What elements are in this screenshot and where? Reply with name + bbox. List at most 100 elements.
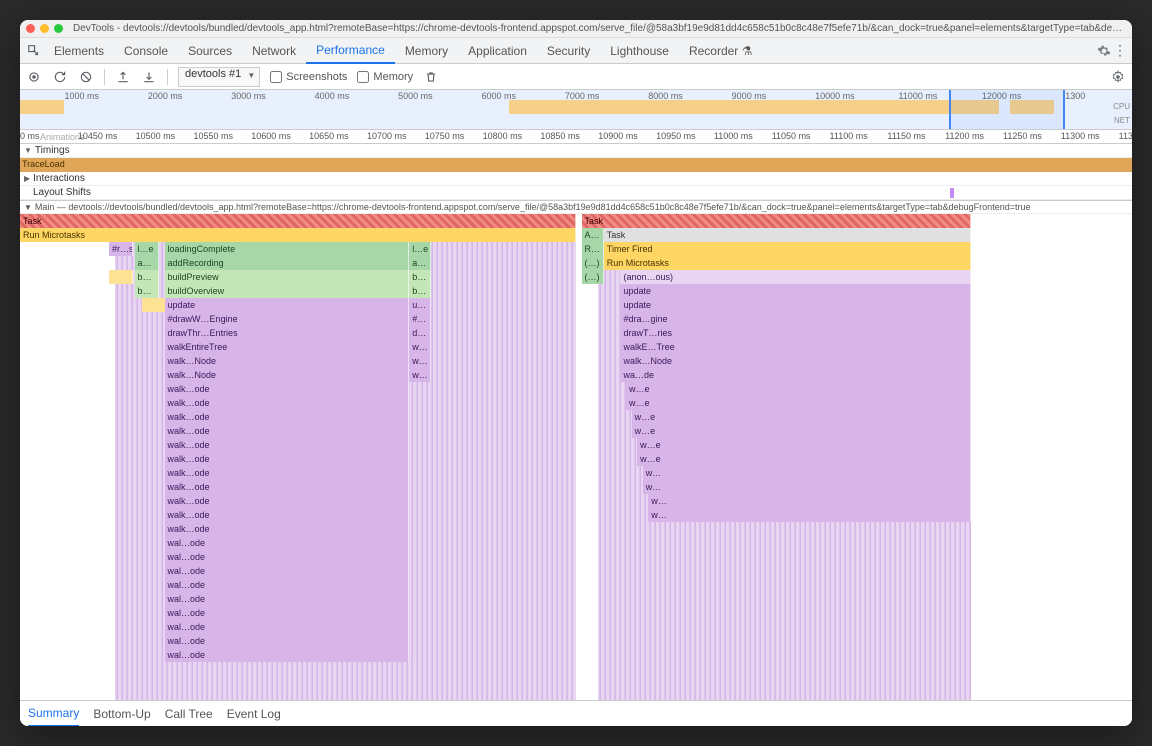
minimize-icon[interactable] [40,24,49,33]
gear-icon[interactable] [1110,69,1126,85]
layoutshifts-row[interactable]: Layout Shifts [20,186,1132,200]
flame-entry[interactable]: w…e [637,452,971,466]
flame-entry[interactable]: update [620,284,970,298]
flame-entry[interactable]: (…) [582,270,604,284]
tab-lighthouse[interactable]: Lighthouse [600,38,679,64]
memory-checkbox[interactable]: Memory [357,71,413,83]
flame-entry[interactable]: walk…ode [165,466,410,480]
tab-elements[interactable]: Elements [44,38,114,64]
flame-entry[interactable] [142,298,166,312]
flame-entry[interactable]: walk…Node [165,354,410,368]
flame-entry[interactable]: w…e [637,438,971,452]
flame-entry[interactable]: update [620,298,970,312]
flame-entry[interactable]: w… [409,368,431,382]
trash-icon[interactable] [423,69,439,85]
flame-entry[interactable]: Run Microtasks [604,256,971,270]
close-icon[interactable] [26,24,35,33]
flame-entry[interactable]: buildOverview [165,284,410,298]
flame-entry[interactable]: addRecording [165,256,410,270]
flame-entry[interactable]: walk…ode [165,424,410,438]
flame-entry[interactable]: walk…ode [165,396,410,410]
upload-icon[interactable] [115,69,131,85]
gear-icon[interactable] [1096,43,1112,59]
tab-recorder ⚗[interactable]: Recorder ⚗ [679,38,762,64]
record-icon[interactable] [26,69,42,85]
flame-entry[interactable]: b… [135,270,159,284]
flame-entry[interactable]: w… [643,466,971,480]
tab-memory[interactable]: Memory [395,38,458,64]
flame-entry[interactable]: walkE…Tree [620,340,970,354]
flame-entry[interactable]: Task [582,214,971,228]
flame-entry[interactable]: w…e [632,424,971,438]
flame-entry[interactable]: d… [409,326,431,340]
flame-entry[interactable]: walk…ode [165,480,410,494]
tab-sources[interactable]: Sources [178,38,242,64]
flame-entry[interactable]: Timer Fired [604,242,971,256]
tab-console[interactable]: Console [114,38,178,64]
flame-entry[interactable]: R… [582,242,604,256]
reload-icon[interactable] [52,69,68,85]
download-icon[interactable] [141,69,157,85]
flame-entry[interactable]: drawT…ries [620,326,970,340]
tab-performance[interactable]: Performance [306,38,395,64]
bottom-tab-bottom-up[interactable]: Bottom-Up [93,702,150,726]
flame-chart[interactable]: TaskRun Microtasks#r…sl…eloadingComplete… [20,214,1132,700]
flame-entry[interactable]: b… [409,270,431,284]
flame-entry[interactable]: wal…ode [165,578,410,592]
flame-entry[interactable]: Run Microtasks [20,228,576,242]
flame-entry[interactable]: #dra…gine [620,312,970,326]
bottom-tab-event-log[interactable]: Event Log [227,702,281,726]
flame-entry[interactable]: wal…ode [165,634,410,648]
flame-entry[interactable]: w…e [632,410,971,424]
timings-row[interactable]: ▼Timings [20,144,1132,158]
flame-entry[interactable]: l…e [409,242,431,256]
flame-entry[interactable]: u… [409,298,431,312]
bottom-tab-summary[interactable]: Summary [28,701,79,727]
flame-entry[interactable]: walkEntireTree [165,340,410,354]
flame-entry[interactable]: a… [135,256,159,270]
flame-entry[interactable]: w…e [626,382,971,396]
flame-entry[interactable]: buildPreview [165,270,410,284]
flame-entry[interactable]: wal…ode [165,620,410,634]
flame-entry[interactable]: w… [643,480,971,494]
maximize-icon[interactable] [54,24,63,33]
flame-entry[interactable]: walk…Node [620,354,970,368]
flame-entry[interactable]: #… [409,312,431,326]
inspect-icon[interactable] [24,44,44,58]
bottom-tab-call-tree[interactable]: Call Tree [165,702,213,726]
flame-entry[interactable]: update [165,298,410,312]
traceload-row[interactable]: TraceLoad [20,158,1132,172]
main-thread-header[interactable]: ▼ Main — devtools://devtools/bundled/dev… [20,201,1132,214]
flame-entry[interactable]: l…e [135,242,159,256]
flame-entry[interactable]: wal…ode [165,550,410,564]
flame-entry[interactable]: w…e [626,396,971,410]
time-ruler[interactable]: Animations 0 ms10450 ms10500 ms10550 ms1… [20,130,1132,144]
clear-icon[interactable] [78,69,94,85]
flame-entry[interactable]: walk…ode [165,438,410,452]
flame-entry[interactable]: walk…ode [165,410,410,424]
flame-entry[interactable]: A… [582,228,604,242]
flame-entry[interactable]: (anon…ous) [620,270,970,284]
flame-entry[interactable]: Task [604,228,971,242]
flame-entry[interactable] [109,270,133,284]
flame-entry[interactable]: wal…ode [165,606,410,620]
flame-entry[interactable]: wa…de [620,368,970,382]
flame-entry[interactable]: wal…ode [165,648,410,662]
profile-select[interactable]: devtools #1 [178,67,260,87]
overview-pane[interactable]: 1000 ms2000 ms3000 ms4000 ms5000 ms6000 … [20,90,1132,130]
flame-entry[interactable]: b… [409,284,431,298]
interactions-row[interactable]: ▶Interactions [20,172,1132,186]
kebab-icon[interactable]: ⋮ [1112,43,1128,59]
flame-entry[interactable]: drawThr…Entries [165,326,410,340]
flame-entry[interactable]: w… [409,354,431,368]
flame-entry[interactable]: w… [648,508,970,522]
flame-entry[interactable]: Task [20,214,576,228]
flame-entry[interactable]: #drawW…Engine [165,312,410,326]
screenshots-checkbox[interactable]: Screenshots [270,71,347,83]
flame-entry[interactable]: walk…ode [165,382,410,396]
flame-entry[interactable]: wal…ode [165,564,410,578]
flame-entry[interactable]: wal…ode [165,592,410,606]
flame-entry[interactable]: walk…Node [165,368,410,382]
flame-entry[interactable]: a… [409,256,431,270]
flame-entry[interactable]: loadingComplete [165,242,410,256]
